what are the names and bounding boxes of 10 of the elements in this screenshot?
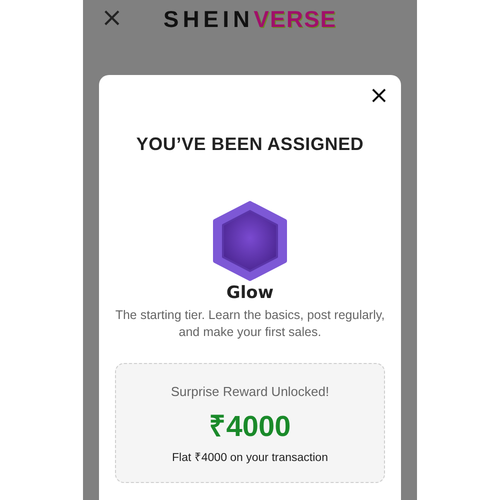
hexagon-badge-icon: [212, 201, 288, 281]
close-button[interactable]: ×: [97, 3, 127, 33]
logo: SHEIN VERSE: [163, 6, 337, 32]
tier-name: Glow: [226, 283, 274, 303]
reward-note: Flat ₹4000 on your transaction: [172, 451, 328, 464]
close-button[interactable]: ×: [364, 81, 393, 109]
dialog-title: YOU’VE BEEN ASSIGNED: [136, 134, 364, 155]
reward-amount: ₹4000: [209, 410, 291, 444]
reward-heading: Surprise Reward Unlocked!: [170, 384, 330, 399]
tier-description: The starting tier. Learn the basics, post regularly, and make your first sales.: [114, 307, 386, 341]
